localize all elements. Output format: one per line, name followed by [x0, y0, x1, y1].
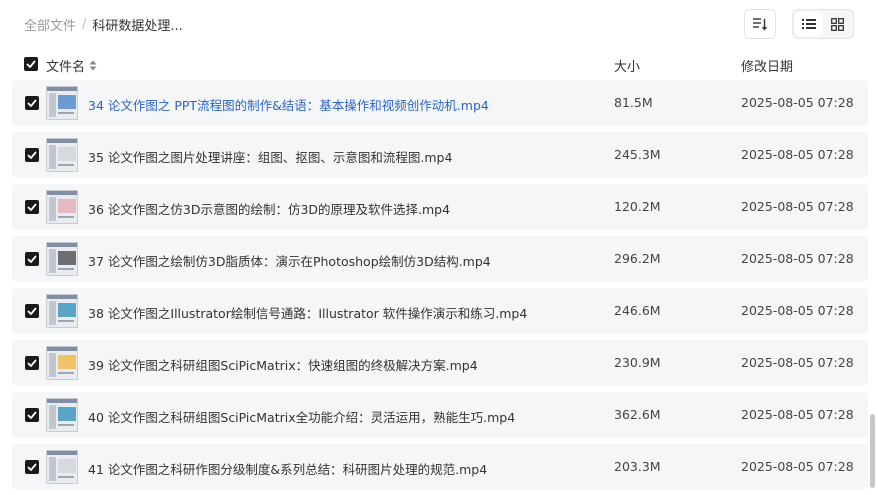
file-row[interactable]: 34 论文作图之 PPT流程图的制作&结语：基本操作和视频创作动机.mp4 81.… [12, 80, 868, 126]
file-row[interactable]: 35 论文作图之图片处理讲座：组图、抠图、示意图和流程图.mp4 245.3M 20… [12, 132, 868, 178]
breadcrumb: 全部文件 / 科研数据处理... [24, 14, 183, 34]
video-thumbnail[interactable] [46, 450, 78, 484]
file-size: 81.5M [614, 95, 653, 110]
file-size: 296.2M [614, 251, 661, 266]
checkmark-icon [27, 99, 37, 107]
file-name[interactable]: 36 论文作图之仿3D示意图的绘制：仿3D的原理及软件选择.mp4 [88, 199, 450, 218]
column-header-size[interactable]: 大小 [614, 56, 640, 75]
file-name[interactable]: 41 论文作图之科研作图分级制度&系列总结：科研图片处理的规范.mp4 [88, 459, 487, 478]
file-modified-date: 2025-08-05 07:28 [741, 459, 854, 474]
vertical-scrollbar[interactable] [870, 414, 875, 488]
video-thumbnail[interactable] [46, 398, 78, 432]
row-checkbox[interactable] [25, 252, 39, 266]
file-name[interactable]: 39 论文作图之科研组图SciPicMatrix：快速组图的终极解决方案.mp4 [88, 355, 478, 374]
checkmark-icon [26, 60, 36, 68]
row-checkbox[interactable] [25, 460, 39, 474]
checkmark-icon [27, 463, 37, 471]
file-name[interactable]: 34 论文作图之 PPT流程图的制作&结语：基本操作和视频创作动机.mp4 [88, 95, 489, 114]
file-list: 34 论文作图之 PPT流程图的制作&结语：基本操作和视频创作动机.mp4 81.… [12, 80, 868, 495]
file-modified-date: 2025-08-05 07:28 [741, 95, 854, 110]
file-row[interactable]: 38 论文作图之Illustrator绘制信号通路：Illustrator 软件… [12, 288, 868, 334]
select-all-checkbox[interactable] [24, 57, 38, 71]
video-thumbnail[interactable] [46, 346, 78, 380]
checkmark-icon [27, 359, 37, 367]
grid-view-icon [830, 17, 844, 31]
file-modified-date: 2025-08-05 07:28 [741, 199, 854, 214]
file-row[interactable]: 36 论文作图之仿3D示意图的绘制：仿3D的原理及软件选择.mp4 120.2M 2… [12, 184, 868, 230]
column-name-label: 文件名 [46, 60, 86, 75]
file-modified-date: 2025-08-05 07:28 [741, 407, 854, 422]
row-checkbox[interactable] [25, 148, 39, 162]
file-list-header: 文件名 大小 修改日期 [12, 52, 868, 78]
file-row[interactable]: 39 论文作图之科研组图SciPicMatrix：快速组图的终极解决方案.mp4… [12, 340, 868, 386]
file-modified-date: 2025-08-05 07:28 [741, 355, 854, 370]
column-header-modified[interactable]: 修改日期 [741, 56, 793, 75]
sort-button[interactable] [744, 9, 776, 39]
sort-toggle-icon [89, 60, 97, 71]
breadcrumb-root[interactable]: 全部文件 [24, 15, 76, 34]
file-row[interactable]: 40 论文作图之科研组图SciPicMatrix全功能介绍：灵活运用，熟能生巧.… [12, 392, 868, 438]
file-size: 203.3M [614, 459, 661, 474]
video-thumbnail[interactable] [46, 242, 78, 276]
file-modified-date: 2025-08-05 07:28 [741, 147, 854, 162]
sort-icon [753, 18, 768, 31]
video-thumbnail[interactable] [46, 138, 78, 172]
file-size: 120.2M [614, 199, 661, 214]
row-checkbox[interactable] [25, 200, 39, 214]
file-size: 362.6M [614, 407, 661, 422]
file-row[interactable]: 37 论文作图之绘制仿3D脂质体：演示在Photoshop绘制仿3D结构.mp4… [12, 236, 868, 282]
row-checkbox[interactable] [25, 408, 39, 422]
row-checkbox[interactable] [25, 304, 39, 318]
view-toggle [792, 9, 854, 39]
column-header-name[interactable]: 文件名 [46, 56, 97, 75]
grid-view-button[interactable] [823, 12, 851, 36]
file-size: 246.6M [614, 303, 661, 318]
list-view-icon [802, 19, 816, 29]
file-name[interactable]: 40 论文作图之科研组图SciPicMatrix全功能介绍：灵活运用，熟能生巧.… [88, 407, 515, 426]
row-checkbox[interactable] [25, 96, 39, 110]
checkmark-icon [27, 255, 37, 263]
file-size: 230.9M [614, 355, 661, 370]
checkmark-icon [27, 411, 37, 419]
file-modified-date: 2025-08-05 07:28 [741, 303, 854, 318]
breadcrumb-current: 科研数据处理... [92, 18, 183, 34]
file-name[interactable]: 37 论文作图之绘制仿3D脂质体：演示在Photoshop绘制仿3D结构.mp4 [88, 251, 491, 270]
checkmark-icon [27, 307, 37, 315]
breadcrumb-separator: / [82, 16, 87, 32]
file-name[interactable]: 35 论文作图之图片处理讲座：组图、抠图、示意图和流程图.mp4 [88, 147, 452, 166]
list-view-button[interactable] [795, 12, 823, 36]
video-thumbnail[interactable] [46, 86, 78, 120]
checkmark-icon [27, 203, 37, 211]
file-row[interactable]: 41 论文作图之科研作图分级制度&系列总结：科研图片处理的规范.mp4 203.3… [12, 444, 868, 490]
video-thumbnail[interactable] [46, 190, 78, 224]
file-size: 245.3M [614, 147, 661, 162]
checkmark-icon [27, 151, 37, 159]
file-modified-date: 2025-08-05 07:28 [741, 251, 854, 266]
file-name[interactable]: 38 论文作图之Illustrator绘制信号通路：Illustrator 软件… [88, 303, 527, 322]
row-checkbox[interactable] [25, 356, 39, 370]
video-thumbnail[interactable] [46, 294, 78, 328]
